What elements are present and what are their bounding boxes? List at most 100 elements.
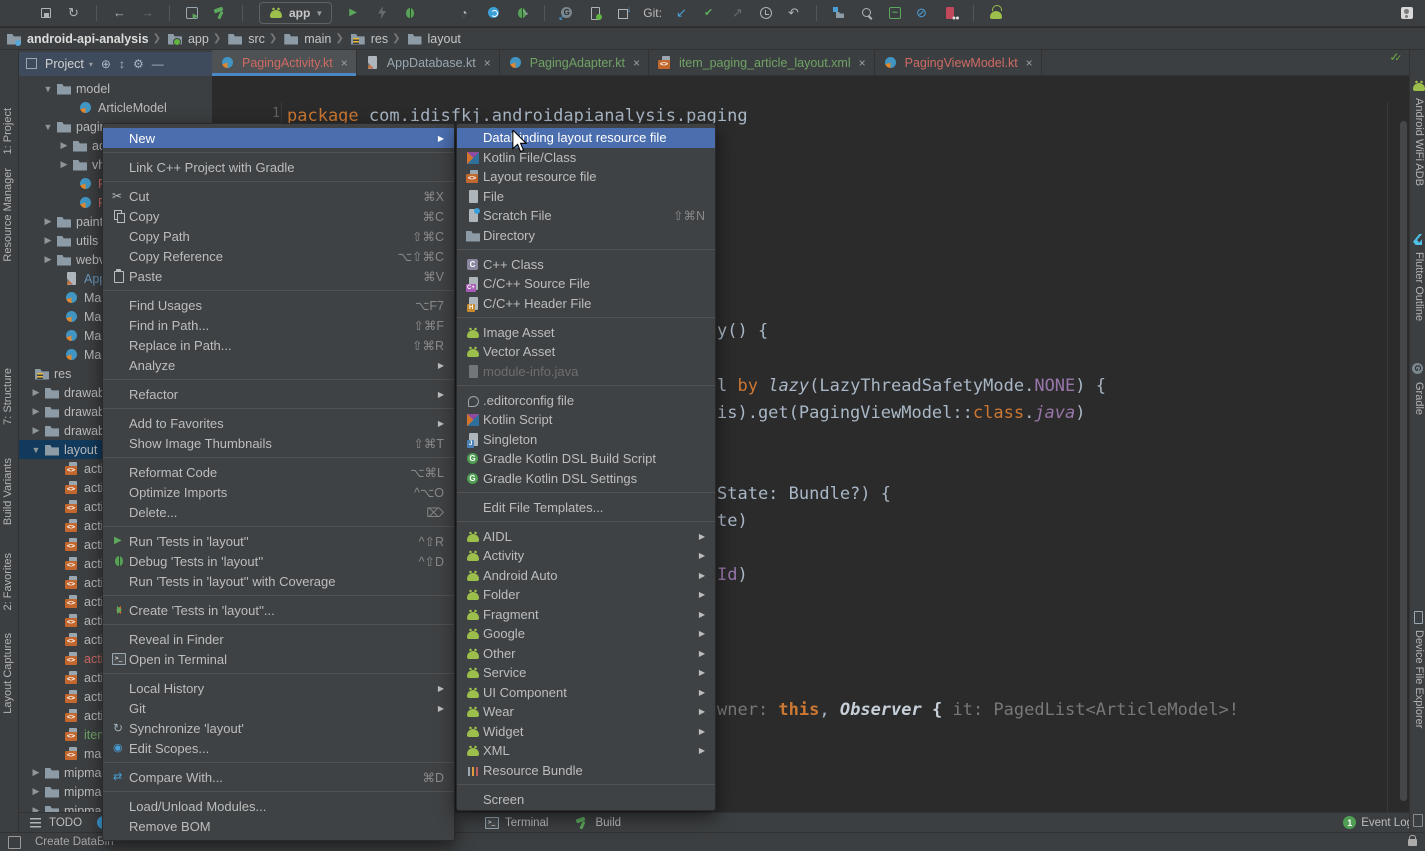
chevron-down-icon[interactable]: ▼ — [30, 445, 42, 455]
tree-row[interactable]: ArticleModel — [18, 98, 212, 117]
run-configuration-selector[interactable]: app▼ — [259, 2, 332, 24]
menu-item[interactable]: Activity▶ — [457, 546, 715, 566]
menu-item[interactable]: Local History▶ — [103, 678, 454, 698]
menu-item[interactable]: Synchronize 'layout' — [103, 718, 454, 738]
project-view-selector[interactable]: Project ▾ — [24, 56, 93, 72]
chevron-right-icon[interactable]: ▶ — [30, 406, 42, 417]
menu-item[interactable]: Scratch File⇧⌘N — [457, 206, 715, 226]
git-update-button[interactable] — [670, 2, 694, 24]
close-icon[interactable]: × — [484, 56, 491, 70]
menu-item[interactable]: Copy⌘C — [103, 206, 454, 226]
hide-panel-icon[interactable]: — — [152, 57, 164, 71]
menu-item[interactable]: Kotlin Script — [457, 410, 715, 430]
toolwindow-tab-structure[interactable]: 7: Structure — [2, 368, 14, 425]
editor-tab[interactable]: PagingAdapter.kt× — [500, 50, 649, 75]
wifi-adb-button[interactable] — [984, 2, 1008, 24]
menu-item[interactable]: Run 'Tests in 'layout'' with Coverage — [103, 571, 454, 591]
menu-item[interactable]: AIDL▶ — [457, 527, 715, 547]
breadcrumb-item[interactable]: layout — [407, 31, 461, 47]
menu-item[interactable]: Compare With...⌘D — [103, 767, 454, 787]
menu-item[interactable]: XML▶ — [457, 741, 715, 761]
menu-item[interactable]: Reformat Code⌥⌘L — [103, 462, 454, 482]
menu-item[interactable]: DataBinding layout resource file — [457, 128, 715, 148]
menu-item[interactable]: C/C++ Source File — [457, 274, 715, 294]
run-tool-window-button[interactable] — [180, 2, 204, 24]
project-structure-button[interactable] — [827, 2, 851, 24]
close-icon[interactable]: × — [341, 56, 348, 70]
chevron-right-icon[interactable]: ▶ — [58, 140, 70, 151]
editor-tab[interactable]: PagingActivity.kt× — [212, 50, 357, 75]
menu-item[interactable]: Edit Scopes... — [103, 738, 454, 758]
menu-item[interactable]: module-info.java — [457, 362, 715, 382]
breadcrumb-item[interactable]: android-api-analysis — [6, 31, 149, 47]
close-icon[interactable]: × — [633, 56, 640, 70]
menu-item[interactable]: UI Component▶ — [457, 683, 715, 703]
menu-item[interactable]: Directory — [457, 226, 715, 246]
profiler-sessions-button[interactable] — [883, 2, 907, 24]
todo-toolwindow-button[interactable]: TODO — [28, 815, 82, 831]
search-everywhere-button[interactable] — [855, 2, 879, 24]
menu-item[interactable]: Fragment▶ — [457, 605, 715, 625]
sync-refresh-button[interactable] — [62, 2, 86, 24]
back-arrow-button[interactable] — [107, 2, 131, 24]
menu-item[interactable]: C++ Class — [457, 255, 715, 275]
menu-item[interactable]: Service▶ — [457, 663, 715, 683]
no-entry-button[interactable] — [911, 2, 935, 24]
menu-item[interactable]: Optimize Imports^⌥O — [103, 482, 454, 502]
menu-item[interactable]: .editorconfig file — [457, 391, 715, 411]
breadcrumb-item[interactable]: res — [350, 31, 388, 47]
menu-item[interactable]: Screen — [457, 790, 715, 810]
menu-item[interactable]: Git▶ — [103, 698, 454, 718]
sdk-manager-button[interactable] — [611, 2, 635, 24]
chevron-right-icon[interactable]: ▶ — [58, 159, 70, 170]
attach-profiler-button[interactable] — [482, 2, 506, 24]
menu-item[interactable]: Paste⌘V — [103, 266, 454, 286]
menu-item[interactable]: Show Image Thumbnails⇧⌘T — [103, 433, 454, 453]
menu-item[interactable]: Replace in Path...⇧⌘R — [103, 335, 454, 355]
menu-item[interactable]: Find Usages⌥F7 — [103, 295, 454, 315]
chevron-right-icon[interactable]: ▶ — [30, 425, 42, 436]
toolwindow-tab-favorites[interactable]: 2: Favorites — [2, 553, 14, 610]
close-icon[interactable]: × — [859, 56, 866, 70]
menu-item[interactable]: Widget▶ — [457, 722, 715, 742]
apply-changes-button[interactable] — [370, 2, 394, 24]
gear-icon[interactable]: ⚙ — [133, 57, 144, 71]
menu-item[interactable]: Vector Asset — [457, 342, 715, 362]
menu-item[interactable]: Find in Path...⇧⌘F — [103, 315, 454, 335]
tree-row[interactable]: ▼model — [18, 79, 212, 98]
lock-icon[interactable] — [1408, 839, 1417, 846]
toolwindow-tab-resource-manager[interactable]: Resource Manager — [2, 168, 14, 262]
menu-item[interactable]: Reveal in Finder — [103, 629, 454, 649]
user-avatar-button[interactable] — [1395, 2, 1419, 24]
chevron-right-icon[interactable]: ▶ — [30, 767, 42, 778]
menu-item[interactable]: Google▶ — [457, 624, 715, 644]
git-history-button[interactable] — [754, 2, 778, 24]
run-play-button[interactable] — [342, 2, 366, 24]
git-push-button[interactable] — [726, 2, 750, 24]
menu-item[interactable]: Android Auto▶ — [457, 566, 715, 586]
menu-item[interactable]: Gradle Kotlin DSL Settings — [457, 469, 715, 489]
sync-device-button[interactable] — [583, 2, 607, 24]
chevron-right-icon[interactable]: ▶ — [30, 387, 42, 398]
menu-item[interactable]: Folder▶ — [457, 585, 715, 605]
breadcrumb-item[interactable]: main — [283, 31, 331, 47]
menu-item[interactable]: Resource Bundle — [457, 761, 715, 781]
forward-arrow-button[interactable] — [135, 2, 159, 24]
emulator-icon[interactable] — [1410, 812, 1425, 828]
chevron-right-icon[interactable]: ▶ — [30, 786, 42, 797]
event-log-button[interactable]: 1 Event Log — [1343, 816, 1413, 829]
chevron-down-icon[interactable]: ▼ — [42, 84, 54, 94]
menu-item[interactable]: Delete...⌦ — [103, 502, 454, 522]
toolwindow-tab-android-wifi-adb[interactable]: Android WiFi ADB — [1411, 78, 1425, 186]
attach-debugger-button[interactable] — [510, 2, 534, 24]
menu-item[interactable]: Remove BOM — [103, 816, 454, 836]
chevron-right-icon[interactable]: ▶ — [42, 216, 54, 227]
run-coverage-button[interactable] — [426, 2, 450, 24]
menu-item[interactable]: Link C++ Project with Gradle — [103, 157, 454, 177]
build-hammer-button[interactable] — [208, 2, 232, 24]
toolwindow-tab-flutter-outline[interactable]: Flutter Outline — [1411, 232, 1425, 321]
menu-item[interactable]: Create 'Tests in 'layout''... — [103, 600, 454, 620]
inspection-status-icon[interactable]: ✓✓ — [1389, 50, 1402, 64]
editor-tab[interactable]: AppDatabase.kt× — [357, 50, 500, 75]
git-commit-button[interactable] — [698, 2, 722, 24]
